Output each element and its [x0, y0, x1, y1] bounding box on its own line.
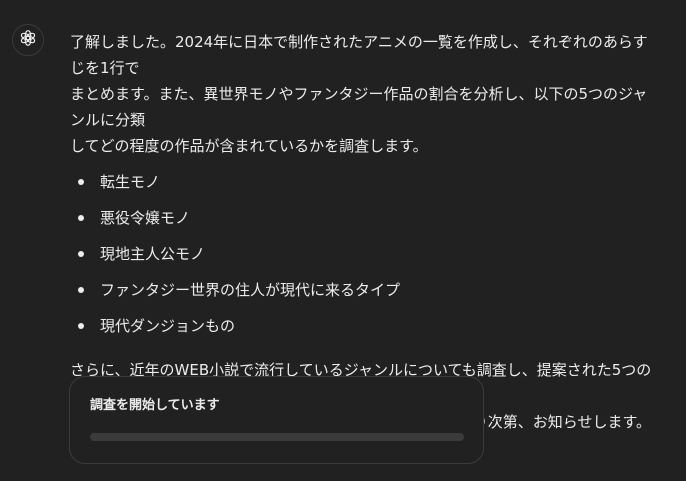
- genre-list-item: 悪役令嬢モノ: [70, 205, 660, 241]
- bullet-dot: [78, 179, 84, 185]
- genre-list-item: 現地主人公モノ: [70, 241, 660, 277]
- genre-list-item: 現代ダンジョンもの: [70, 313, 660, 349]
- assistant-message: 了解しました。2024年に日本で制作されたアニメの一覧を作成し、それぞれのあらす…: [70, 29, 660, 435]
- research-progress-bar: [90, 433, 464, 441]
- genre-list: 転生モノ 悪役令嬢モノ 現地主人公モノ ファンタジー世界の住人が現代に来るタイプ…: [70, 169, 660, 349]
- intro-line: 了解しました。2024年に日本で制作されたアニメの一覧を作成し、それぞれのあらす…: [70, 33, 648, 77]
- research-status-title: 調査を開始しています: [90, 398, 220, 413]
- genre-label: 現地主人公モノ: [100, 245, 206, 263]
- intro-line: まとめます。また、異世界モノやファンタジー作品の割合を分析し、以下の5つのジャン…: [70, 85, 648, 129]
- bullet-dot: [78, 215, 84, 221]
- genre-label: 悪役令嬢モノ: [100, 209, 191, 227]
- genre-label: ファンタジー世界の住人が現代に来るタイプ: [100, 281, 401, 299]
- genre-label: 転生モノ: [100, 173, 161, 191]
- research-status-card[interactable]: 調査を開始しています: [69, 376, 484, 464]
- bullet-dot: [78, 287, 84, 293]
- genre-list-item: 転生モノ: [70, 169, 660, 205]
- genre-label: 現代ダンジョンもの: [100, 317, 236, 335]
- intro-paragraph: 了解しました。2024年に日本で制作されたアニメの一覧を作成し、それぞれのあらす…: [70, 29, 660, 159]
- bullet-dot: [78, 323, 84, 329]
- intro-line: してどの程度の作品が含まれているかを調査します。: [70, 137, 428, 155]
- bullet-dot: [78, 251, 84, 257]
- openai-logo-icon: [18, 28, 38, 52]
- genre-list-item: ファンタジー世界の住人が現代に来るタイプ: [70, 277, 660, 313]
- assistant-avatar: [12, 24, 44, 56]
